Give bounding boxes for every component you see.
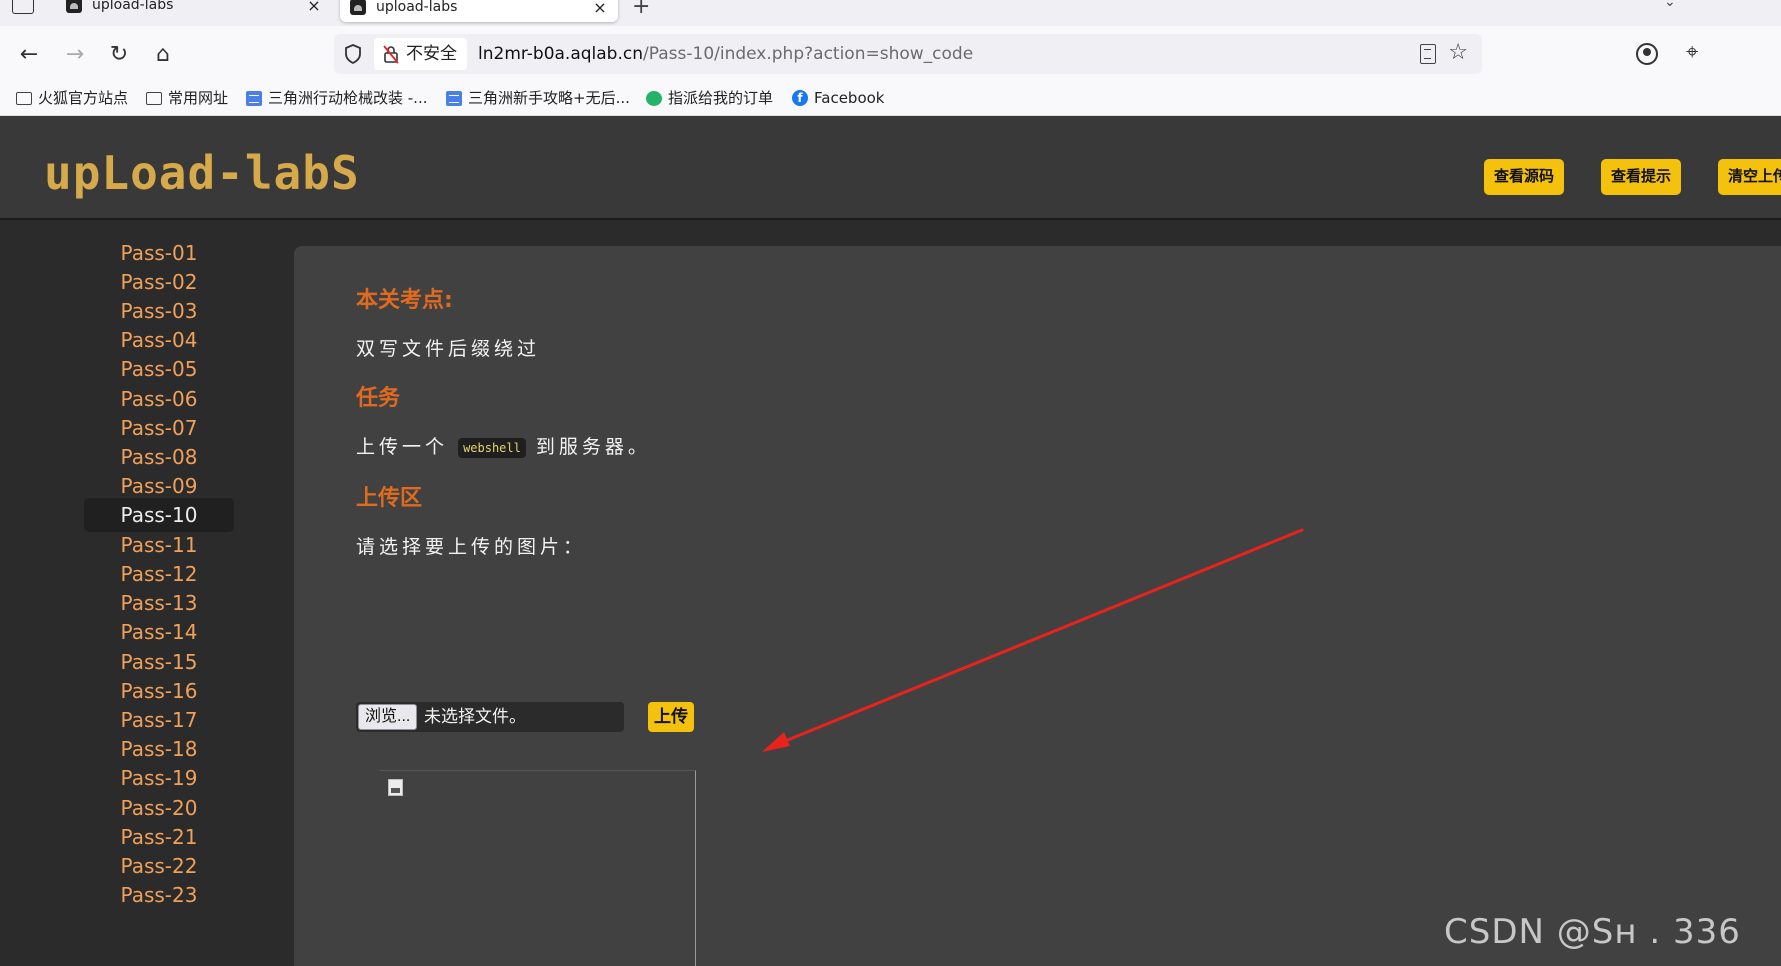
bookmarks-toolbar: 火狐官方站点 常用网址 三角洲行动枪械改装 -... 三角洲新手攻略+无后...… bbox=[0, 84, 1781, 116]
tab-list-icon[interactable] bbox=[12, 0, 34, 14]
upload-prompt: 请选择要上传的图片： bbox=[356, 536, 587, 558]
tab-title: upload-labs bbox=[376, 0, 458, 15]
bookmark-firefox-sites[interactable]: 火狐官方站点 bbox=[16, 84, 128, 112]
folder-icon bbox=[16, 91, 32, 105]
bookmark-facebook[interactable]: f Facebook bbox=[792, 84, 884, 112]
broken-image-icon bbox=[388, 779, 403, 796]
bookmark-common-sites[interactable]: 常用网址 bbox=[146, 84, 228, 112]
view-hint-button[interactable]: 查看提示 bbox=[1601, 159, 1682, 195]
doc-icon bbox=[446, 90, 462, 106]
sidebar-item-pass-05[interactable]: Pass-05 bbox=[84, 352, 234, 386]
site-favicon-icon bbox=[66, 0, 82, 13]
bookmark-star-icon[interactable]: ☆ bbox=[1448, 40, 1468, 65]
bookmark-delta-weapons[interactable]: 三角洲行动枪械改装 -... bbox=[246, 84, 428, 112]
reload-icon[interactable]: ↻ bbox=[106, 42, 132, 68]
sidebar-item-pass-23[interactable]: Pass-23 bbox=[84, 878, 234, 912]
web-page: upLoad-labS 查看源码 查看提示 清空上传 Pass-01 Pass-… bbox=[0, 116, 1781, 966]
view-source-button[interactable]: 查看源码 bbox=[1484, 159, 1565, 195]
webshell-code: webshell bbox=[458, 437, 526, 458]
insecure-connection-button[interactable]: 不安全 bbox=[374, 38, 467, 70]
task-text-before: 上传一个 bbox=[356, 436, 449, 458]
url-field[interactable]: ln2mr-b0a.aqlab.cn/Pass-10/index.php?act… bbox=[478, 34, 973, 74]
level-sidebar: Pass-01 Pass-02 Pass-03 Pass-04 Pass-05 … bbox=[0, 222, 294, 966]
close-icon[interactable]: × bbox=[306, 0, 322, 15]
screenshot-crop-icon[interactable]: ⌖ bbox=[1686, 40, 1698, 65]
bookmark-label: 指派给我的订单 bbox=[668, 89, 774, 107]
reader-view-icon[interactable] bbox=[1420, 44, 1436, 64]
task-text-after: 到服务器。 bbox=[535, 436, 651, 458]
task-text: 上传一个 webshell 到服务器。 bbox=[356, 432, 651, 459]
close-icon[interactable]: × bbox=[592, 0, 608, 17]
address-bar[interactable]: 不安全 ln2mr-b0a.aqlab.cn/Pass-10/index.php… bbox=[334, 34, 1482, 74]
clear-uploads-button[interactable]: 清空上传 bbox=[1718, 159, 1781, 195]
focus-heading: 本关考点: bbox=[356, 288, 453, 313]
new-tab-button[interactable]: + bbox=[632, 0, 650, 19]
navigation-toolbar: ← → ↻ ⌂ 不安全 ln2mr-b0a.aqlab.cn/Pass-10/i… bbox=[0, 26, 1781, 84]
chevron-down-icon[interactable]: ⌄ bbox=[1664, 0, 1676, 10]
tab-title: upload-labs bbox=[92, 0, 174, 13]
sidebar-item-pass-10[interactable]: Pass-10 bbox=[84, 498, 234, 532]
folder-icon bbox=[146, 91, 162, 105]
insecure-label: 不安全 bbox=[406, 44, 457, 64]
forward-arrow-icon[interactable]: → bbox=[62, 42, 88, 68]
upload-heading: 上传区 bbox=[356, 486, 423, 511]
tab-strip: upload-labs × upload-labs × + ⌄ bbox=[0, 0, 1781, 26]
task-heading: 任务 bbox=[356, 386, 401, 411]
sidebar-item-pass-19[interactable]: Pass-19 bbox=[84, 761, 234, 795]
bookmark-label: 三角洲行动枪械改装 -... bbox=[268, 89, 428, 107]
bookmark-label: Facebook bbox=[814, 89, 885, 107]
home-icon[interactable]: ⌂ bbox=[150, 42, 176, 68]
account-icon[interactable] bbox=[1636, 43, 1658, 65]
upload-button[interactable]: 上传 bbox=[648, 702, 694, 732]
focus-text: 双写文件后缀绕过 bbox=[356, 338, 541, 360]
insecure-lock-icon bbox=[383, 45, 399, 64]
doc-icon bbox=[246, 90, 262, 106]
site-favicon-icon bbox=[350, 0, 366, 15]
bookmark-my-orders[interactable]: 指派给我的订单 bbox=[646, 84, 773, 112]
csdn-watermark: CSDN @Sн . 336 bbox=[1444, 912, 1741, 952]
tracking-shield-icon[interactable] bbox=[344, 44, 362, 64]
facebook-icon: f bbox=[792, 90, 808, 106]
url-host: ln2mr-b0a.aqlab.cn bbox=[478, 44, 644, 64]
tab-upload-labs-2[interactable]: upload-labs × bbox=[340, 0, 618, 22]
bookmark-delta-guide[interactable]: 三角洲新手攻略+无后... bbox=[446, 84, 630, 112]
tab-upload-labs-1[interactable]: upload-labs × bbox=[56, 0, 332, 18]
sidebar-item-pass-14[interactable]: Pass-14 bbox=[84, 615, 234, 649]
level-content-panel: 本关考点: 双写文件后缀绕过 任务 上传一个 webshell 到服务器。 上传… bbox=[294, 246, 1781, 966]
url-path: /Pass-10/index.php?action=show_code bbox=[643, 44, 974, 64]
file-input[interactable]: 浏览... 未选择文件。 bbox=[356, 702, 624, 732]
file-status-text: 未选择文件。 bbox=[424, 707, 526, 727]
bookmark-label: 常用网址 bbox=[168, 89, 229, 107]
site-logo[interactable]: upLoad-labS bbox=[44, 146, 360, 200]
green-app-icon bbox=[646, 90, 662, 106]
bookmark-label: 火狐官方站点 bbox=[38, 89, 129, 107]
back-arrow-icon[interactable]: ← bbox=[16, 42, 42, 68]
browse-button[interactable]: 浏览... bbox=[358, 704, 418, 730]
site-header: upLoad-labS 查看源码 查看提示 清空上传 bbox=[0, 116, 1781, 220]
bookmark-label: 三角洲新手攻略+无后... bbox=[468, 89, 630, 107]
image-preview-area bbox=[380, 770, 696, 966]
